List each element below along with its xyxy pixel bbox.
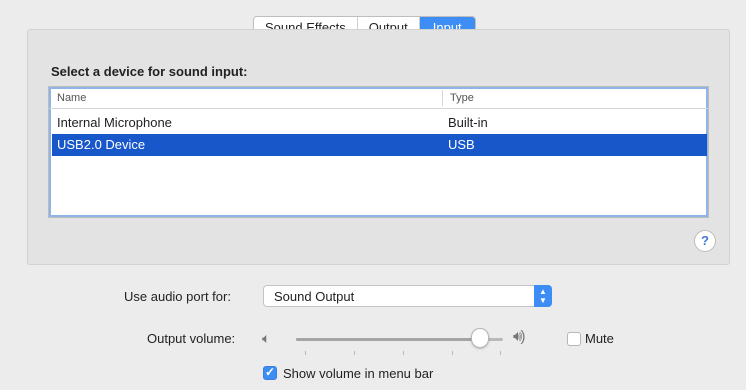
- updown-arrows-icon: ▲ ▼: [534, 285, 552, 307]
- help-button[interactable]: ?: [694, 230, 716, 252]
- show-volume-label: Show volume in menu bar: [283, 366, 434, 381]
- audio-port-label: Use audio port for:: [124, 289, 231, 304]
- mute-label: Mute: [585, 331, 614, 346]
- mute-checkbox[interactable]: [567, 332, 581, 346]
- slider-tick: [305, 351, 306, 355]
- audio-port-value: Sound Output: [274, 289, 355, 304]
- question-mark-icon: ?: [701, 233, 709, 248]
- show-volume-checkbox[interactable]: [263, 365, 277, 380]
- volume-slider-knob[interactable]: [471, 328, 490, 348]
- table-header: Name Type: [49, 87, 708, 109]
- speaker-high-icon: 🔊︎): [513, 328, 526, 345]
- device-table[interactable]: Name Type Internal Microphone Built-in U…: [48, 86, 709, 218]
- audio-port-select[interactable]: Sound Output ▲ ▼: [263, 285, 552, 307]
- speaker-low-icon: 🔈︎: [262, 330, 271, 346]
- volume-slider-fill: [296, 338, 483, 341]
- column-divider: [442, 90, 443, 106]
- device-list-title: Select a device for sound input:: [51, 64, 248, 79]
- slider-tick: [403, 351, 404, 355]
- slider-tick: [452, 351, 453, 355]
- column-header-name[interactable]: Name: [57, 92, 86, 104]
- device-name: USB2.0 Device: [57, 137, 146, 152]
- column-header-type[interactable]: Type: [450, 92, 474, 104]
- table-row[interactable]: Internal Microphone Built-in: [52, 112, 707, 134]
- table-row-selected[interactable]: USB2.0 Device USB: [52, 134, 707, 156]
- slider-tick: [500, 351, 501, 355]
- device-type: USB: [448, 137, 475, 152]
- slider-tick: [354, 351, 355, 355]
- device-name: Internal Microphone: [57, 115, 172, 130]
- output-volume-label: Output volume:: [147, 331, 236, 346]
- device-type: Built-in: [448, 115, 488, 130]
